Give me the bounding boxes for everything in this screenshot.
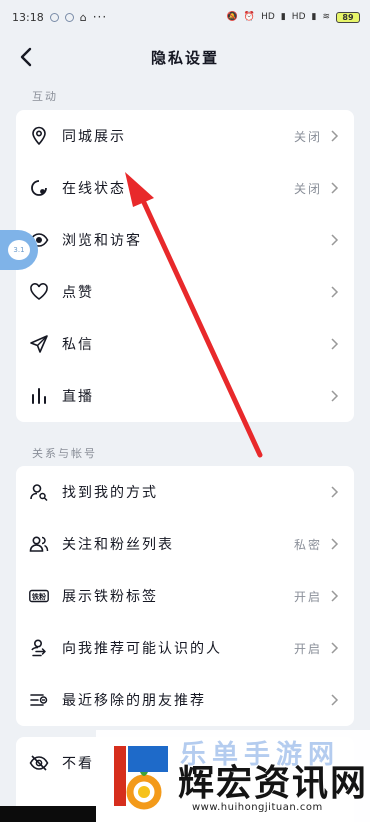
- watermark-main-text: 辉宏资讯网: [178, 763, 369, 804]
- settings-item-iron-fan-tag[interactable]: 铁粉 展示铁粉标签 开启: [16, 570, 354, 622]
- settings-item-browse-visitors[interactable]: 浏览和访客: [16, 214, 354, 266]
- people-icon: [29, 536, 49, 552]
- bottom-edge-strip: [0, 806, 96, 822]
- chevron-right-icon: [331, 338, 339, 350]
- bar-chart-icon: [32, 388, 46, 404]
- settings-item-likes[interactable]: 点赞: [16, 266, 354, 318]
- battery-level: 89: [342, 12, 354, 22]
- settings-item-value: 开启: [293, 641, 322, 656]
- settings-item-label: 点赞: [62, 285, 94, 301]
- settings-item-messages[interactable]: 私信: [16, 318, 354, 370]
- top-bar: 隐私设置: [0, 34, 370, 80]
- settings-item-value: 开启: [293, 589, 322, 604]
- settings-item-follow-fans-list[interactable]: 关注和粉丝列表 私密: [16, 518, 354, 570]
- network-hd-label: HD: [291, 12, 306, 22]
- settings-item-label: 关注和粉丝列表: [62, 537, 174, 553]
- chevron-right-icon: [331, 234, 339, 246]
- settings-item-city-display[interactable]: 同城展示 关闭: [16, 110, 354, 162]
- settings-item-label: 不看: [62, 756, 94, 772]
- settings-item-value: 关闭: [293, 181, 322, 196]
- settings-item-label: 直播: [62, 389, 94, 405]
- settings-item-label: 最近移除的朋友推荐: [62, 693, 206, 709]
- settings-item-label: 浏览和访客: [62, 233, 142, 249]
- settings-item-label: 同城展示: [62, 129, 126, 145]
- chevron-right-icon: [331, 130, 339, 142]
- iron-fan-badge-text: 铁粉: [32, 592, 46, 601]
- floating-bubble-text: 3.1: [13, 246, 25, 254]
- floating-assistant-icon: 3.1: [8, 240, 30, 260]
- settings-item-label: 向我推荐可能认识的人: [62, 641, 222, 657]
- watermark: 乐单手游网 辉宏资讯网 www.huihongjituan.com: [96, 730, 370, 822]
- mute-icon: 🔕: [226, 12, 238, 22]
- settings-card-interaction: 同城展示 关闭 在线状态 关闭 浏览和访客 点赞 私信 直播: [16, 110, 354, 422]
- network-hd-label: HD: [261, 12, 275, 22]
- chevron-right-icon: [331, 694, 339, 706]
- watermark-url: www.huihongjituan.com: [192, 802, 323, 813]
- send-icon: [30, 335, 48, 353]
- section-label-relationships: 关系与帐号: [32, 447, 97, 460]
- settings-item-recommend-known[interactable]: 向我推荐可能认识的人 开启: [16, 622, 354, 674]
- signal-icon: ▮: [280, 12, 286, 22]
- battery-icon: 89: [336, 11, 360, 23]
- settings-item-live[interactable]: 直播: [16, 370, 354, 422]
- more-notifications-icon: ···: [92, 10, 108, 24]
- chevron-right-icon: [331, 486, 339, 498]
- notification-icon: [64, 12, 74, 22]
- alarm-icon: ⏰: [243, 12, 256, 22]
- chevron-right-icon: [331, 390, 339, 402]
- chevron-right-icon: [331, 538, 339, 550]
- status-bar: 13:18 ⌂ ··· 🔕 ⏰ HD ▮ HD ▮ ≋ 89: [0, 0, 370, 34]
- chevron-right-icon: [331, 642, 339, 654]
- home-icon: ⌂: [79, 10, 87, 24]
- person-search-icon: [30, 484, 48, 502]
- signal-icon: ▮: [311, 12, 317, 22]
- settings-item-online-status[interactable]: 在线状态 关闭: [16, 162, 354, 214]
- settings-item-value: 私密: [293, 537, 322, 552]
- iron-fan-badge-icon: 铁粉: [29, 589, 49, 603]
- section-label-interaction: 互动: [32, 90, 58, 103]
- settings-item-find-me[interactable]: 找到我的方式: [16, 466, 354, 518]
- settings-item-label: 找到我的方式: [62, 485, 158, 501]
- settings-item-label: 私信: [62, 337, 94, 353]
- settings-item-label: 在线状态: [62, 181, 126, 197]
- chevron-right-icon: [331, 286, 339, 298]
- eye-off-icon: [29, 755, 49, 771]
- location-pin-icon: [32, 126, 46, 146]
- list-remove-icon: [30, 694, 48, 706]
- settings-item-value: 关闭: [293, 129, 322, 144]
- page-title: 隐私设置: [150, 49, 219, 67]
- chevron-right-icon: [331, 182, 339, 194]
- status-time: 13:18: [12, 10, 44, 24]
- online-status-icon: [31, 180, 47, 196]
- heart-icon: [30, 283, 48, 300]
- settings-item-removed-friends[interactable]: 最近移除的朋友推荐: [16, 674, 354, 726]
- notification-icon: [49, 12, 59, 22]
- wifi-icon: ≋: [322, 12, 330, 22]
- watermark-logo-icon: [114, 746, 168, 810]
- recommend-person-icon: [31, 639, 46, 657]
- settings-card-relationships: 找到我的方式 关注和粉丝列表 私密 铁粉 展示铁粉标签 开启 向我推荐可能认识的…: [16, 466, 354, 726]
- chevron-right-icon: [331, 590, 339, 602]
- settings-item-label: 展示铁粉标签: [62, 589, 158, 605]
